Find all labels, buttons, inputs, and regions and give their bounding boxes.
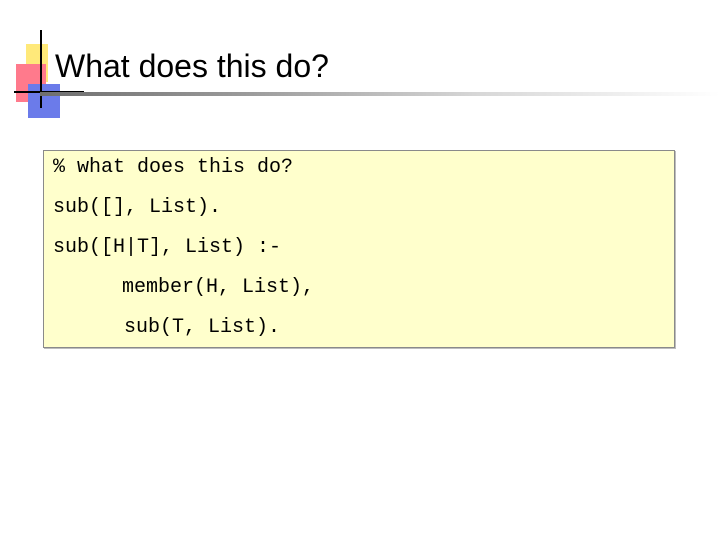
code-line-member-goal: member(H, List), bbox=[122, 276, 315, 299]
emblem-blue-square bbox=[28, 84, 60, 118]
code-line-comment: % what does this do? bbox=[53, 156, 294, 179]
code-line-recursive-goal: sub(T, List). bbox=[124, 316, 281, 339]
emblem-vertical-line bbox=[40, 30, 42, 108]
code-line-base-case: sub([], List). bbox=[53, 196, 222, 219]
slide-title: What does this do? bbox=[55, 48, 329, 84]
code-line-rule-head: sub([H|T], List) :- bbox=[53, 236, 282, 259]
code-block: % what does this do? sub([], List). sub(… bbox=[43, 150, 675, 348]
slide: What does this do? % what does this do? … bbox=[0, 0, 720, 540]
title-underline bbox=[40, 92, 720, 96]
